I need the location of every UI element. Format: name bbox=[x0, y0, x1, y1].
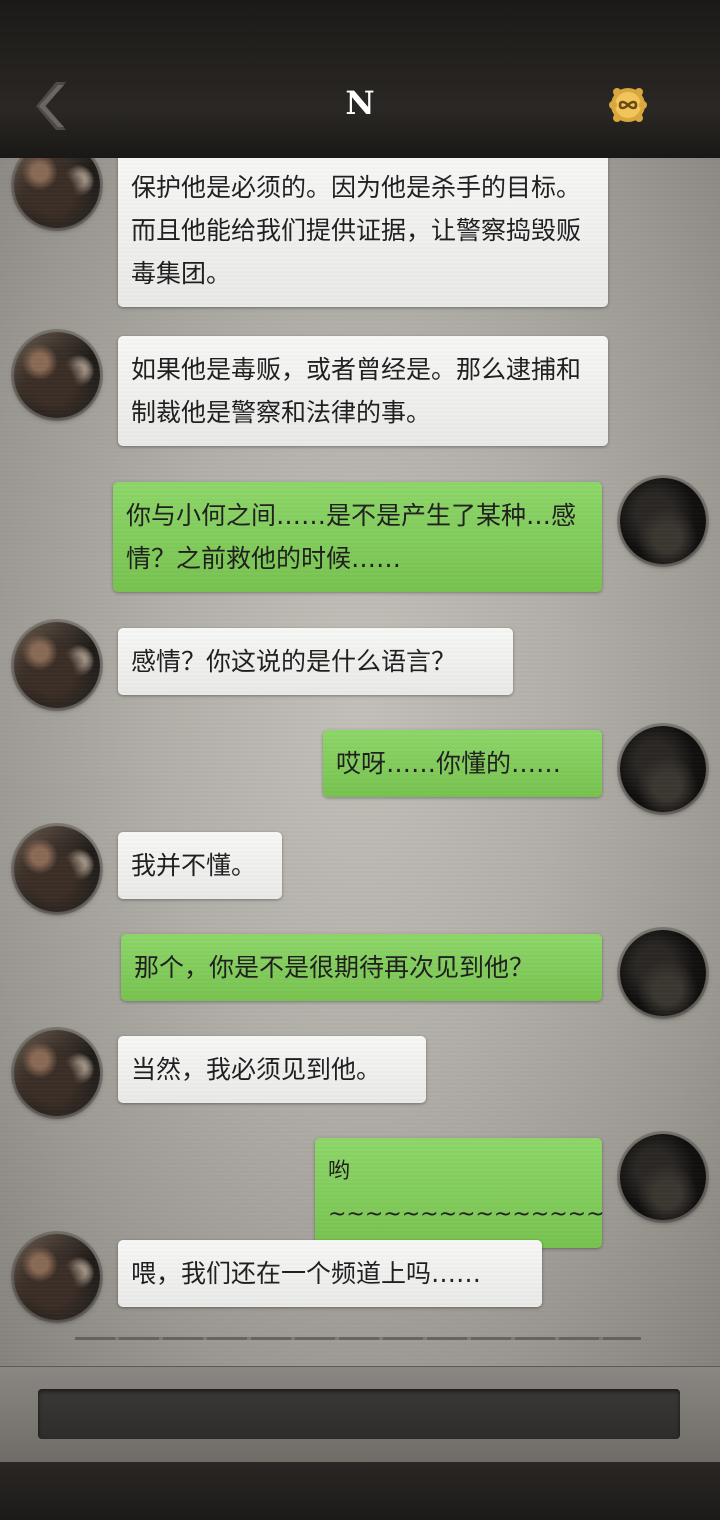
top-bar: N bbox=[0, 0, 720, 160]
message-list[interactable]: 保护他是必须的。因为他是杀手的目标。而且他能给我们提供证据，让警察捣毁贩毒集团。… bbox=[0, 158, 720, 1366]
contact-avatar[interactable] bbox=[14, 1030, 100, 1116]
infinity-badge-icon bbox=[609, 88, 647, 122]
user-avatar[interactable] bbox=[620, 726, 706, 812]
user-avatar[interactable] bbox=[620, 478, 706, 564]
incoming-message: 喂，我们还在一个频道上吗…… bbox=[118, 1240, 542, 1307]
incoming-message: 感情？你这说的是什么语言？ bbox=[118, 628, 513, 695]
contact-avatar[interactable] bbox=[14, 158, 100, 228]
outgoing-message: 哟~~~~~~~~~~~~~~~ bbox=[315, 1138, 605, 1248]
typing-divider bbox=[75, 1337, 641, 1340]
outgoing-message: 哎呀……你懂的…… bbox=[323, 730, 602, 797]
contact-avatar[interactable] bbox=[14, 826, 100, 912]
bottom-bar bbox=[0, 1462, 720, 1520]
outgoing-message: 那个，你是不是很期待再次见到他？ bbox=[121, 934, 602, 1001]
incoming-message: 如果他是毒贩，或者曾经是。那么逮捕和制裁他是警察和法律的事。 bbox=[118, 336, 608, 446]
incoming-message: 当然，我必须见到他。 bbox=[118, 1036, 426, 1103]
contact-avatar[interactable] bbox=[14, 1234, 100, 1320]
incoming-message: 我并不懂。 bbox=[118, 832, 282, 899]
user-avatar[interactable] bbox=[620, 1134, 706, 1220]
contact-avatar[interactable] bbox=[14, 622, 100, 708]
message-input[interactable] bbox=[38, 1389, 680, 1439]
user-avatar[interactable] bbox=[620, 930, 706, 1016]
infinity-badge-button[interactable] bbox=[609, 86, 647, 124]
outgoing-message: 你与小何之间……是不是产生了某种…感情？之前救他的时候…… bbox=[113, 482, 602, 592]
incoming-message: 保护他是必须的。因为他是杀手的目标。而且他能给我们提供证据，让警察捣毁贩毒集团。 bbox=[118, 158, 608, 307]
contact-avatar[interactable] bbox=[14, 332, 100, 418]
